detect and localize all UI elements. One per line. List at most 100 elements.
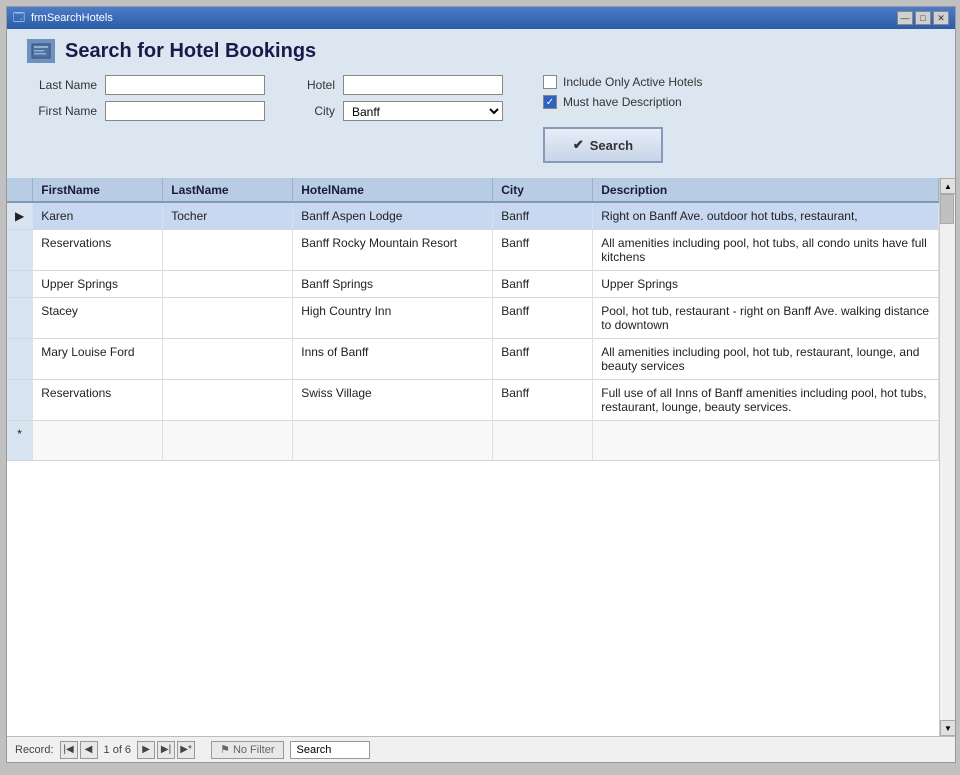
table-row[interactable]: Reservations Banff Rocky Mountain ResortB… bbox=[7, 230, 939, 271]
no-filter-button[interactable]: ⚑ No Filter bbox=[211, 741, 283, 759]
cell-hotel_name: Banff Rocky Mountain Resort bbox=[293, 230, 493, 271]
scroll-thumb[interactable] bbox=[940, 194, 954, 224]
row-indicator bbox=[7, 230, 33, 271]
cell-description: All amenities including pool, hot tubs, … bbox=[593, 230, 939, 271]
active-hotels-label: Include Only Active Hotels bbox=[563, 75, 702, 89]
cell-hotel_name: High Country Inn bbox=[293, 298, 493, 339]
maximize-button[interactable]: □ bbox=[915, 11, 931, 25]
hotel-input[interactable] bbox=[343, 75, 503, 95]
new-row-cell bbox=[293, 421, 493, 461]
first-name-label: First Name bbox=[27, 104, 97, 118]
nav-new-button[interactable]: ▶* bbox=[177, 741, 195, 759]
nav-buttons-right: ▶ ▶| ▶* bbox=[137, 741, 195, 759]
last-name-input[interactable] bbox=[105, 75, 265, 95]
record-count: 1 of 6 bbox=[104, 744, 132, 756]
vertical-scrollbar[interactable]: ▲ ▼ bbox=[939, 178, 955, 736]
filter-icon: ⚑ bbox=[220, 743, 230, 756]
search-button[interactable]: ✔ Search bbox=[543, 127, 663, 163]
must-have-description-label: Must have Description bbox=[563, 95, 682, 109]
status-search-input[interactable] bbox=[290, 741, 370, 759]
cell-first_name: Upper Springs bbox=[33, 271, 163, 298]
row-indicator bbox=[7, 298, 33, 339]
row-indicator bbox=[7, 339, 33, 380]
cell-first_name: Mary Louise Ford bbox=[33, 339, 163, 380]
form-fields: Last Name First Name Hotel City bbox=[27, 75, 935, 163]
new-row-indicator: * bbox=[7, 421, 33, 461]
must-have-description-checkbox-row: ✓ Must have Description bbox=[543, 95, 702, 109]
cell-first_name: Reservations bbox=[33, 230, 163, 271]
new-row[interactable]: * bbox=[7, 421, 939, 461]
form-header: Search for Hotel Bookings Last Name Firs… bbox=[7, 29, 955, 178]
new-row-cell bbox=[33, 421, 163, 461]
table-area[interactable]: FirstName LastName HotelName City Descri bbox=[7, 178, 955, 736]
nav-buttons: |◀ ◀ bbox=[60, 741, 98, 759]
status-bar: Record: |◀ ◀ 1 of 6 ▶ ▶| ▶* ⚑ No Filter bbox=[7, 736, 955, 762]
new-row-cell bbox=[163, 421, 293, 461]
no-filter-label: No Filter bbox=[233, 744, 275, 756]
col-firstname-header: FirstName bbox=[33, 178, 163, 202]
table-row[interactable]: StaceyHigh Country InnBanffPool, hot tub… bbox=[7, 298, 939, 339]
cell-hotel_name: Inns of Banff bbox=[293, 339, 493, 380]
cell-description: Pool, hot tub, restaurant - right on Ban… bbox=[593, 298, 939, 339]
city-label: City bbox=[295, 104, 335, 118]
cell-last_name: Tocher bbox=[163, 202, 293, 230]
cell-last_name bbox=[163, 339, 293, 380]
cell-description: Full use of all Inns of Banff amenities … bbox=[593, 380, 939, 421]
scroll-down-arrow[interactable]: ▼ bbox=[940, 720, 955, 736]
cell-city: Banff bbox=[493, 339, 593, 380]
cell-hotel_name: Swiss Village bbox=[293, 380, 493, 421]
cell-description: All amenities including pool, hot tub, r… bbox=[593, 339, 939, 380]
form-title-icon bbox=[27, 39, 55, 63]
col-indicator-header bbox=[7, 178, 33, 202]
must-have-description-checkbox[interactable]: ✓ bbox=[543, 95, 557, 109]
nav-last-button[interactable]: ▶| bbox=[157, 741, 175, 759]
scroll-up-arrow[interactable]: ▲ bbox=[940, 178, 955, 194]
row-indicator: ▶ bbox=[7, 202, 33, 230]
record-label: Record: bbox=[15, 744, 54, 756]
row-indicator bbox=[7, 380, 33, 421]
window-icon: 🗔 bbox=[13, 9, 25, 28]
cell-description: Right on Banff Ave. outdoor hot tubs, re… bbox=[593, 202, 939, 230]
active-hotels-checkbox[interactable] bbox=[543, 75, 557, 89]
cell-city: Banff bbox=[493, 380, 593, 421]
hotel-label: Hotel bbox=[295, 78, 335, 92]
close-button[interactable]: ✕ bbox=[933, 11, 949, 25]
filter-area: ⚑ No Filter bbox=[211, 741, 283, 759]
col-city-header: City bbox=[493, 178, 593, 202]
new-row-cell bbox=[493, 421, 593, 461]
cell-first_name: Karen bbox=[33, 202, 163, 230]
cell-hotel_name: Banff Springs bbox=[293, 271, 493, 298]
search-button-label: Search bbox=[590, 138, 633, 153]
nav-first-button[interactable]: |◀ bbox=[60, 741, 78, 759]
window-title: frmSearchHotels bbox=[31, 12, 113, 24]
cell-city: Banff bbox=[493, 298, 593, 339]
data-table: FirstName LastName HotelName City Descri bbox=[7, 178, 939, 461]
cell-hotel_name: Banff Aspen Lodge bbox=[293, 202, 493, 230]
city-select[interactable]: Banff Calgary Canmore Edmonton bbox=[343, 101, 503, 121]
table-row[interactable]: Reservations Swiss VillageBanffFull use o… bbox=[7, 380, 939, 421]
first-name-input[interactable] bbox=[105, 101, 265, 121]
table-row[interactable]: Upper SpringsBanff SpringsBanffUpper Spr… bbox=[7, 271, 939, 298]
active-hotels-checkbox-row: Include Only Active Hotels bbox=[543, 75, 702, 89]
col-hotelname-header: HotelName bbox=[293, 178, 493, 202]
table-row[interactable]: Mary Louise Ford Inns of BanffBanffAll am… bbox=[7, 339, 939, 380]
nav-next-button[interactable]: ▶ bbox=[137, 741, 155, 759]
cell-last_name bbox=[163, 298, 293, 339]
search-icon: ✔ bbox=[573, 137, 584, 153]
cell-city: Banff bbox=[493, 230, 593, 271]
nav-prev-button[interactable]: ◀ bbox=[80, 741, 98, 759]
table-row[interactable]: ▶KarenTocherBanff Aspen LodgeBanffRight … bbox=[7, 202, 939, 230]
col-lastname-header: LastName bbox=[163, 178, 293, 202]
cell-last_name bbox=[163, 271, 293, 298]
row-indicator bbox=[7, 271, 33, 298]
cell-first_name: Reservations bbox=[33, 380, 163, 421]
minimize-button[interactable]: — bbox=[897, 11, 913, 25]
cell-description: Upper Springs bbox=[593, 271, 939, 298]
form-title-area: Search for Hotel Bookings bbox=[27, 39, 935, 63]
titlebar: 🗔 frmSearchHotels — □ ✕ bbox=[7, 7, 955, 29]
cell-city: Banff bbox=[493, 202, 593, 230]
page-title: Search for Hotel Bookings bbox=[65, 40, 316, 63]
new-row-cell bbox=[593, 421, 939, 461]
cell-last_name bbox=[163, 230, 293, 271]
last-name-label: Last Name bbox=[27, 78, 97, 92]
